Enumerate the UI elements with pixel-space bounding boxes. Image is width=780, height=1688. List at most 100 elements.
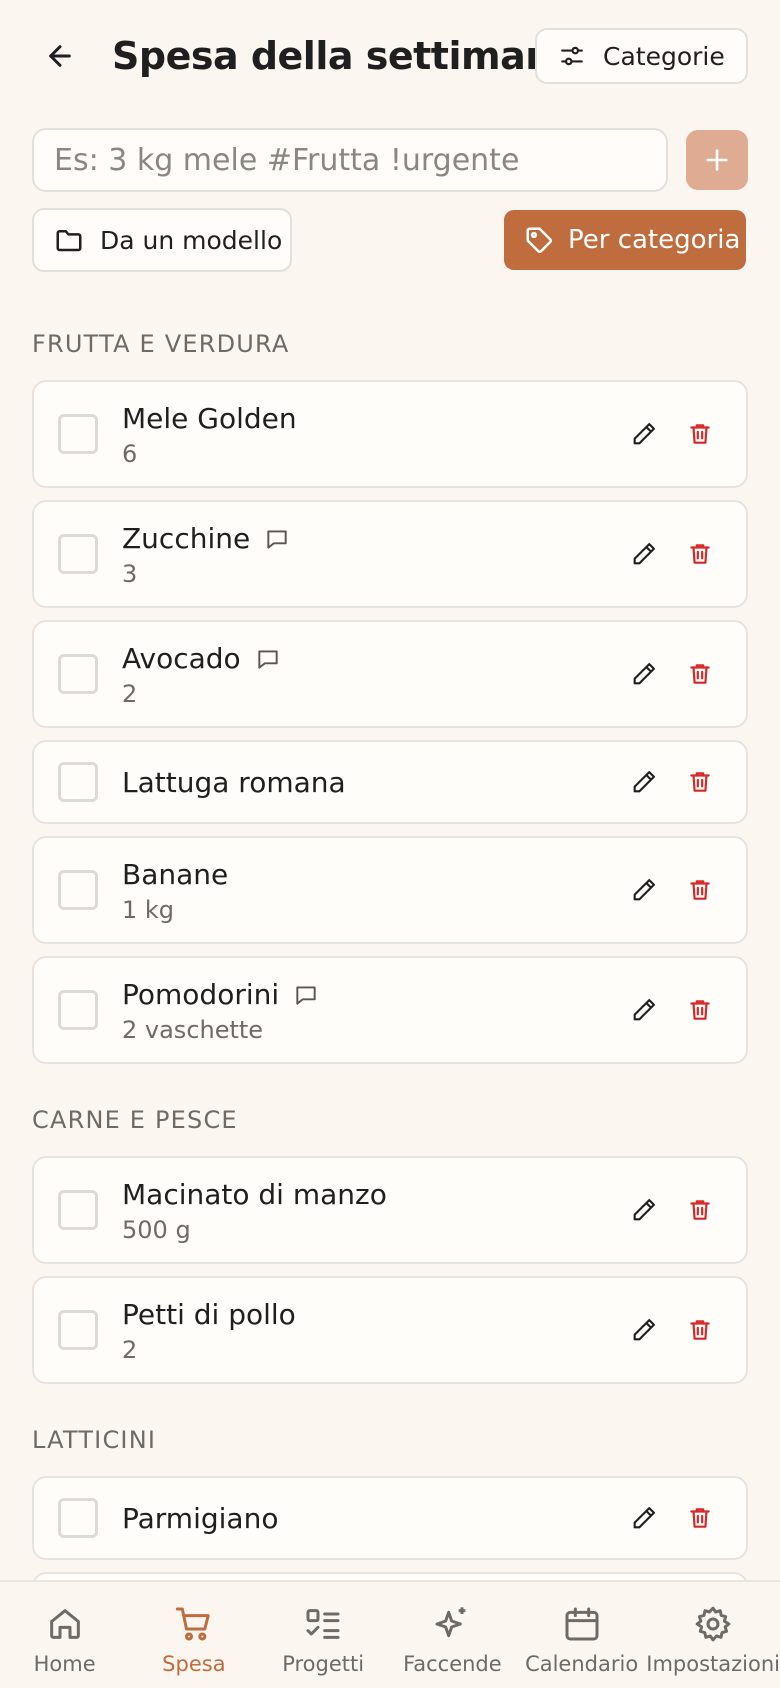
trash-icon: [690, 1000, 710, 1020]
edit-button[interactable]: [626, 764, 662, 800]
item-quantity: 2: [122, 1336, 138, 1364]
calendar-icon: [565, 1607, 599, 1641]
delete-button[interactable]: [682, 872, 718, 908]
folder-icon: [56, 230, 82, 252]
edit-button[interactable]: [626, 1312, 662, 1348]
item-checkbox[interactable]: [58, 534, 98, 574]
item-quantity: 2: [122, 680, 138, 708]
nav-item-impostazioni[interactable]: Impostazioni: [646, 1582, 780, 1688]
pencil-icon: [633, 1319, 655, 1341]
nav-label: Calendario: [525, 1652, 639, 1676]
sliders-icon: [561, 46, 583, 66]
item-checkbox[interactable]: [58, 990, 98, 1030]
item-checkbox[interactable]: [58, 1190, 98, 1230]
from-template-button[interactable]: Da un modello: [32, 208, 292, 272]
item-checkbox[interactable]: [58, 414, 98, 454]
list-item: Pomodorini 2 vaschette: [32, 956, 748, 1064]
nav-label: Spesa: [162, 1652, 226, 1676]
comment-icon: [258, 649, 278, 669]
comment-icon: [296, 985, 316, 1005]
item-quantity: 6: [122, 440, 138, 468]
item-checkbox[interactable]: [58, 762, 98, 802]
categories-button[interactable]: Categorie: [535, 28, 748, 84]
item-name: Petti di pollo: [122, 1298, 296, 1331]
item-quantity: 1 kg: [122, 896, 175, 924]
item-checkbox[interactable]: [58, 870, 98, 910]
edit-button[interactable]: [626, 536, 662, 572]
nav-item-spesa[interactable]: Spesa: [129, 1582, 258, 1688]
gear-icon: [695, 1606, 731, 1642]
edit-button[interactable]: [626, 1192, 662, 1228]
delete-button[interactable]: [682, 764, 718, 800]
pencil-icon: [633, 663, 655, 685]
nav-label: Home: [33, 1652, 96, 1676]
by-category-button[interactable]: Per categoria: [504, 210, 746, 270]
categories-button-label: Categorie: [603, 41, 725, 71]
delete-button[interactable]: [682, 1192, 718, 1228]
nav-item-faccende[interactable]: Faccende: [388, 1582, 517, 1688]
trash-icon: [690, 544, 710, 564]
item-name: Parmigiano: [122, 1502, 279, 1535]
nav-label: Impostazioni: [646, 1652, 780, 1676]
item-checkbox[interactable]: [58, 1498, 98, 1538]
list-item: Mele Golden 6: [32, 380, 748, 488]
nav-label: Faccende: [403, 1652, 502, 1676]
section-title-latticini: LATTICINI: [32, 1426, 157, 1454]
header: Spesa della settimana Categorie: [0, 0, 780, 112]
by-category-label: Per categoria: [568, 225, 741, 255]
pencil-icon: [633, 543, 655, 565]
trash-icon: [690, 1200, 710, 1220]
item-name: Macinato di manzo: [122, 1178, 387, 1211]
edit-button[interactable]: [626, 656, 662, 692]
trash-icon: [690, 1508, 710, 1528]
edit-button[interactable]: [626, 1500, 662, 1536]
delete-button[interactable]: [682, 1500, 718, 1536]
delete-button[interactable]: [682, 536, 718, 572]
trash-icon: [690, 424, 710, 444]
from-template-label: Da un modello: [100, 225, 283, 255]
item-name: Avocado: [122, 642, 241, 675]
back-button[interactable]: [36, 32, 84, 80]
list-item: Parmigiano: [32, 1476, 748, 1560]
nav-label: Progetti: [282, 1652, 365, 1676]
item-name: Zucchine: [122, 522, 251, 555]
cart-icon: [175, 1607, 210, 1641]
plus-icon: [706, 149, 728, 171]
edit-button[interactable]: [626, 872, 662, 908]
add-item-row: [32, 128, 748, 192]
pencil-icon: [633, 771, 655, 793]
delete-button[interactable]: [682, 656, 718, 692]
arrow-left-icon: [49, 45, 71, 67]
list-item: Lattuga romana: [32, 740, 748, 824]
home-icon: [49, 1609, 80, 1639]
list-item: Avocado 2: [32, 620, 748, 728]
delete-button[interactable]: [682, 992, 718, 1028]
checklist-icon: [306, 1609, 340, 1639]
item-checkbox[interactable]: [58, 654, 98, 694]
add-item-button[interactable]: [686, 130, 748, 190]
nav-item-home[interactable]: Home: [0, 1582, 129, 1688]
pencil-icon: [633, 879, 655, 901]
list-item: Macinato di manzo 500 g: [32, 1156, 748, 1264]
pencil-icon: [633, 1507, 655, 1529]
delete-button[interactable]: [682, 416, 718, 452]
edit-button[interactable]: [626, 416, 662, 452]
pencil-icon: [633, 1199, 655, 1221]
nav-item-progetti[interactable]: Progetti: [259, 1582, 388, 1688]
item-name: Lattuga romana: [122, 766, 346, 799]
list-item: Petti di pollo 2: [32, 1276, 748, 1384]
section-title-carne-pesce: CARNE E PESCE: [32, 1106, 238, 1134]
item-checkbox[interactable]: [58, 1310, 98, 1350]
add-item-input[interactable]: [32, 128, 668, 192]
nav-item-calendario[interactable]: Calendario: [517, 1582, 646, 1688]
pencil-icon: [633, 423, 655, 445]
comment-icon: [267, 529, 287, 549]
list-item: Banane 1 kg: [32, 836, 748, 944]
list-item: Zucchine 3: [32, 500, 748, 608]
edit-button[interactable]: [626, 992, 662, 1028]
item-quantity: 500 g: [122, 1216, 191, 1244]
item-quantity: 3: [122, 560, 138, 588]
section-title-frutta-verdura: FRUTTA E VERDURA: [32, 330, 290, 358]
delete-button[interactable]: [682, 1312, 718, 1348]
sparkles-icon: [435, 1607, 466, 1638]
